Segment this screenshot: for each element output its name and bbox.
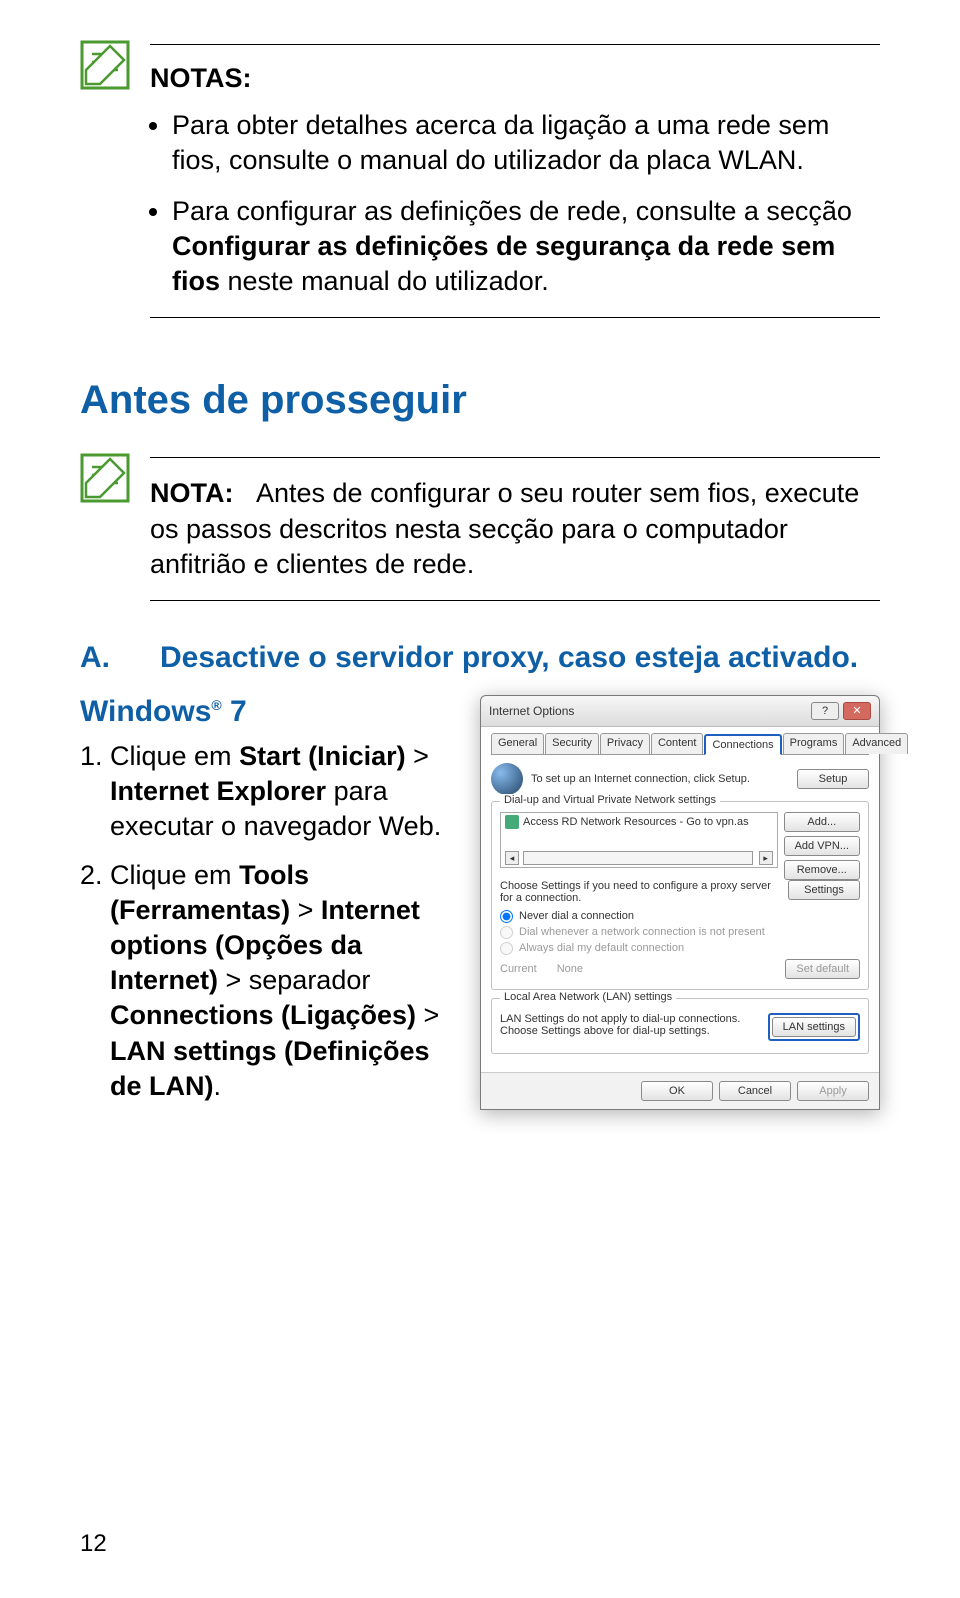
two-column-area: Windows® 7 Clique em Start (Iniciar) > I… (80, 695, 880, 1118)
dialup-group-title: Dial-up and Virtual Private Network sett… (500, 794, 720, 806)
tab-content[interactable]: Content (651, 733, 704, 754)
dialog-titlebar: Internet Options ? ✕ (481, 696, 879, 727)
lan-button-highlight: LAN settings (768, 1013, 860, 1041)
cancel-button[interactable]: Cancel (719, 1081, 791, 1101)
dialog-footer: OK Cancel Apply (481, 1072, 879, 1109)
nota2-text: NOTA: Antes de configurar o seu router s… (150, 476, 880, 581)
radio-always-input[interactable] (500, 942, 513, 955)
lan-group: Local Area Network (LAN) settings LAN Se… (491, 998, 869, 1054)
notas-bullet-1: Para obter detalhes acerca da ligação a … (172, 108, 880, 178)
notas-bullets: Para obter detalhes acerca da ligação a … (150, 108, 880, 299)
setup-row: To set up an Internet connection, click … (491, 763, 869, 795)
section-a-heading: A. Desactive o servidor proxy, caso este… (80, 641, 880, 675)
globe-icon (491, 763, 523, 795)
connection-icon (505, 815, 519, 829)
radio-whenever[interactable]: Dial whenever a network connection is no… (500, 926, 860, 939)
lan-group-title: Local Area Network (LAN) settings (500, 991, 676, 1003)
left-column: Windows® 7 Clique em Start (Iniciar) > I… (80, 695, 450, 1118)
tabs: General Security Privacy Content Connect… (491, 733, 869, 755)
connections-listbox[interactable]: Access RD Network Resources - Go to vpn.… (500, 812, 778, 868)
notas-title: NOTAS: (150, 63, 880, 94)
tab-general[interactable]: General (491, 733, 544, 754)
set-default-button[interactable]: Set default (785, 959, 860, 979)
radio-never-input[interactable] (500, 910, 513, 923)
close-button[interactable]: ✕ (843, 702, 871, 720)
notas-box: NOTAS: Para obter detalhes acerca da lig… (80, 40, 880, 318)
radio-always[interactable]: Always dial my default connection (500, 942, 860, 955)
proxy-text: Choose Settings if you need to configure… (500, 880, 780, 904)
tab-connections[interactable]: Connections (704, 734, 781, 755)
settings-button[interactable]: Settings (788, 880, 860, 900)
nota2-body: NOTA: Antes de configurar o seu router s… (150, 453, 880, 600)
steps-list: Clique em Start (Iniciar) > Internet Exp… (80, 739, 450, 1104)
apply-button[interactable]: Apply (797, 1081, 869, 1101)
scroll-left-icon[interactable]: ◂ (505, 851, 519, 865)
note-icon (80, 453, 130, 503)
step-2: Clique em Tools (Ferramentas) > Internet… (110, 858, 450, 1104)
add-button[interactable]: Add... (784, 812, 860, 832)
tab-programs[interactable]: Programs (783, 733, 845, 754)
ok-button[interactable]: OK (641, 1081, 713, 1101)
tab-advanced[interactable]: Advanced (845, 733, 908, 754)
setup-text: To set up an Internet connection, click … (531, 773, 789, 785)
page-number: 12 (80, 1530, 107, 1558)
notas-body: NOTAS: Para obter detalhes acerca da lig… (150, 40, 880, 318)
radio-never[interactable]: Never dial a connection (500, 910, 860, 923)
help-button[interactable]: ? (811, 702, 839, 720)
scroll-right-icon[interactable]: ▸ (759, 851, 773, 865)
tab-security[interactable]: Security (545, 733, 599, 754)
setup-button[interactable]: Setup (797, 769, 869, 789)
scroll-track[interactable] (523, 851, 753, 865)
lan-text: LAN Settings do not apply to dial-up con… (500, 1013, 760, 1037)
add-vpn-button[interactable]: Add VPN... (784, 836, 860, 856)
tab-privacy[interactable]: Privacy (600, 733, 650, 754)
dialog-title: Internet Options (489, 704, 574, 718)
horizontal-scrollbar[interactable]: ◂ ▸ (505, 851, 773, 865)
section-a-letter: A. (80, 641, 120, 675)
dialog-content: General Security Privacy Content Connect… (481, 727, 879, 1072)
current-label: Current (500, 963, 537, 975)
dialup-group: Dial-up and Virtual Private Network sett… (491, 801, 869, 990)
radio-whenever-input[interactable] (500, 926, 513, 939)
list-item[interactable]: Access RD Network Resources - Go to vpn.… (505, 815, 773, 829)
lan-settings-button[interactable]: LAN settings (772, 1017, 856, 1037)
os-heading: Windows® 7 (80, 695, 450, 729)
remove-button[interactable]: Remove... (784, 860, 860, 880)
nota2-box: NOTA: Antes de configurar o seu router s… (80, 453, 880, 600)
notas-bullet-2: Para configurar as definições de rede, c… (172, 194, 880, 299)
section-a-title: Desactive o servidor proxy, caso esteja … (160, 641, 858, 675)
section-heading: Antes de prosseguir (80, 378, 880, 423)
current-value: None (557, 963, 583, 975)
note-icon (80, 40, 130, 90)
dialog-screenshot: Internet Options ? ✕ General Security Pr… (480, 695, 880, 1110)
internet-options-dialog: Internet Options ? ✕ General Security Pr… (480, 695, 880, 1110)
step-1: Clique em Start (Iniciar) > Internet Exp… (110, 739, 450, 844)
